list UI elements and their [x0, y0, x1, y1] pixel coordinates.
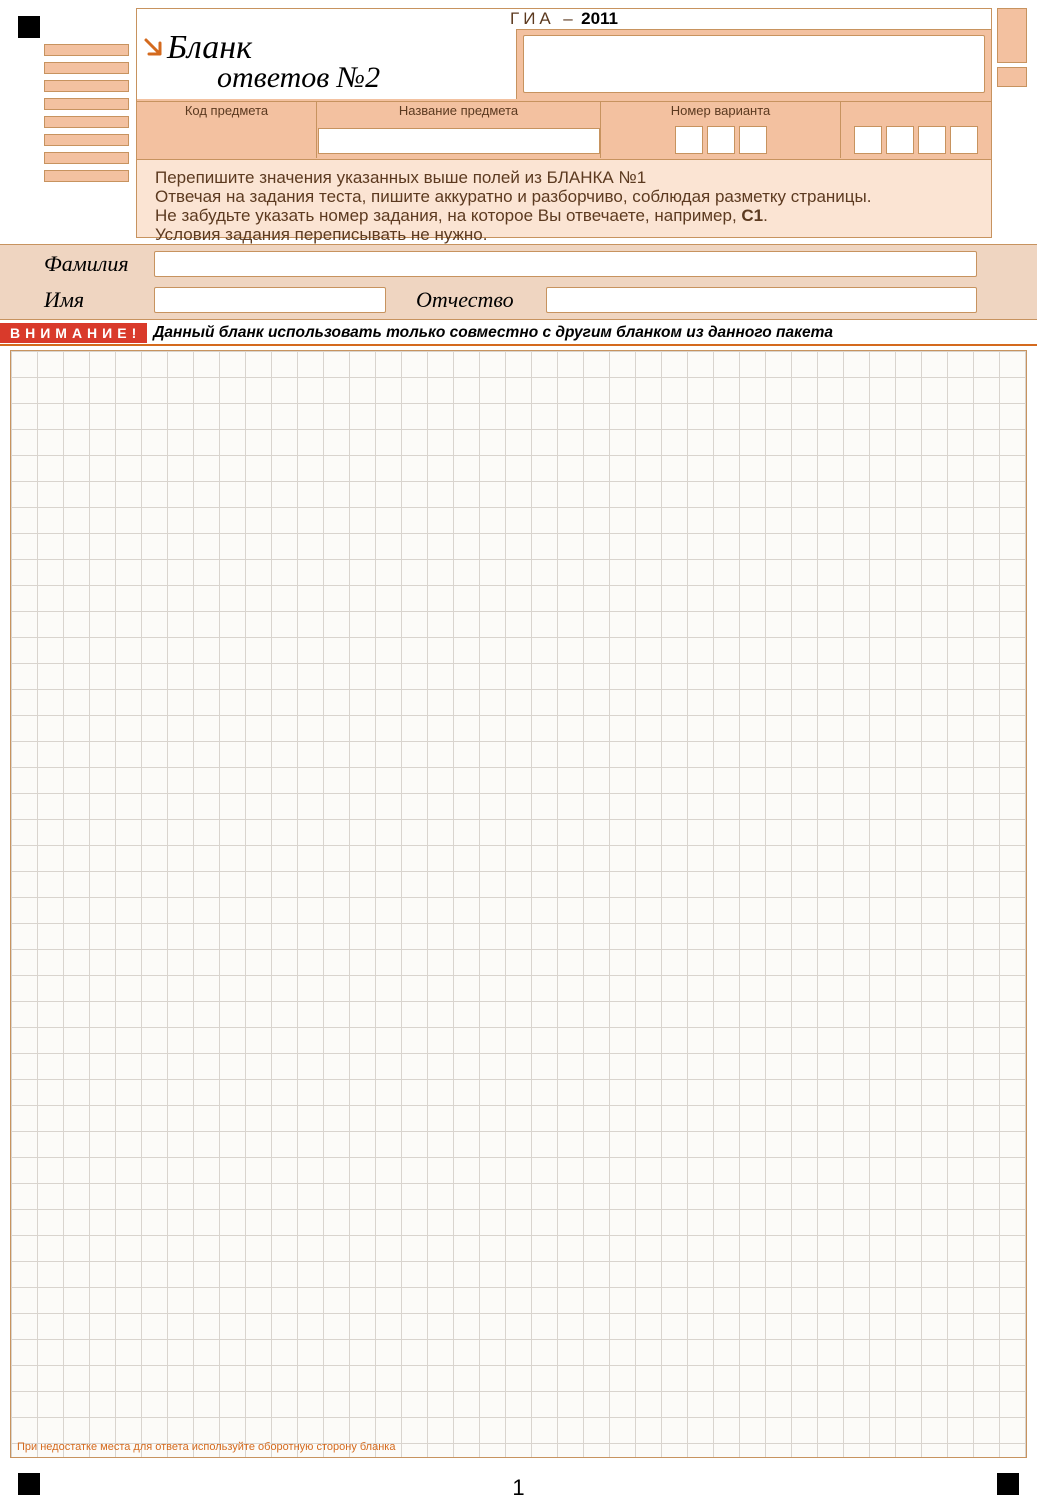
- arrow-icon: [143, 37, 163, 57]
- code-fields-row: Код предмета Название предмета Номер вар…: [137, 101, 991, 158]
- extra-boxes: [854, 126, 978, 154]
- reg-mark-tl: [18, 16, 40, 38]
- left-tick: [44, 44, 129, 56]
- form-header: ГИА – 2011 Бланк ответов №2 Код предмета…: [136, 8, 992, 238]
- variant-box[interactable]: [739, 126, 767, 154]
- warning-bar: ВНИМАНИЕ! Данный бланк использовать толь…: [0, 322, 1037, 346]
- dash: –: [563, 9, 572, 28]
- left-tick: [44, 62, 129, 74]
- instructions: Перепишите значения указанных выше полей…: [137, 159, 991, 237]
- subject-name-label: Название предмета: [317, 102, 600, 118]
- decor-bar: [997, 8, 1027, 63]
- variant-cell: Номер варианта: [601, 102, 841, 158]
- subject-name-input[interactable]: [318, 128, 600, 154]
- exam-code: ГИА: [510, 9, 555, 28]
- instr-line: Условия задания переписывать не нужно.: [155, 225, 973, 244]
- instr-line: Перепишите значения указанных выше полей…: [155, 168, 973, 187]
- variant-boxes: [675, 126, 767, 154]
- answer-grid[interactable]: При недостатке места для ответа использу…: [10, 350, 1027, 1458]
- name-band: Фамилия Имя Отчество: [0, 244, 1037, 320]
- left-tick: [44, 152, 129, 164]
- left-tick: [44, 116, 129, 128]
- subject-code-label: Код предмета: [137, 102, 316, 118]
- grid-footer-note: При недостатке места для ответа использу…: [17, 1441, 395, 1453]
- title-row: Бланк ответов №2: [137, 29, 991, 99]
- surname-input[interactable]: [154, 251, 977, 277]
- surname-row: Фамилия: [0, 249, 1037, 279]
- exam-year: 2011: [581, 9, 618, 28]
- barcode-placeholder: [523, 35, 985, 93]
- page-number: 1: [0, 1475, 1037, 1501]
- extra-cell: [841, 102, 991, 158]
- patronymic-label: Отчество: [416, 287, 546, 313]
- variant-box[interactable]: [707, 126, 735, 154]
- firstname-label: Имя: [44, 287, 154, 313]
- decor-bar: [997, 67, 1027, 87]
- surname-label: Фамилия: [44, 251, 154, 277]
- left-tick: [44, 134, 129, 146]
- variant-label: Номер варианта: [601, 102, 840, 118]
- extra-box[interactable]: [950, 126, 978, 154]
- left-tick: [44, 170, 129, 182]
- subject-name-cell: Название предмета: [317, 102, 601, 158]
- extra-box[interactable]: [854, 126, 882, 154]
- warning-text: Данный бланк использовать только совмест…: [153, 324, 833, 342]
- instr-line: Отвечая на задания теста, пишите аккурат…: [155, 187, 973, 206]
- subject-code-cell: Код предмета: [137, 102, 317, 158]
- instr-line: Не забудьте указать номер задания, на ко…: [155, 206, 973, 225]
- left-tick: [44, 98, 129, 110]
- name-patronymic-row: Имя Отчество: [0, 285, 1037, 315]
- title-line2: ответов №2: [217, 61, 510, 95]
- extra-box[interactable]: [918, 126, 946, 154]
- exam-year-row: ГИА – 2011: [137, 9, 991, 30]
- form-title: Бланк ответов №2: [137, 29, 517, 99]
- title-line1: Бланк: [167, 33, 510, 63]
- left-tick: [44, 80, 129, 92]
- warning-tag: ВНИМАНИЕ!: [0, 323, 147, 343]
- patronymic-input[interactable]: [546, 287, 977, 313]
- firstname-input[interactable]: [154, 287, 386, 313]
- extra-box[interactable]: [886, 126, 914, 154]
- variant-box[interactable]: [675, 126, 703, 154]
